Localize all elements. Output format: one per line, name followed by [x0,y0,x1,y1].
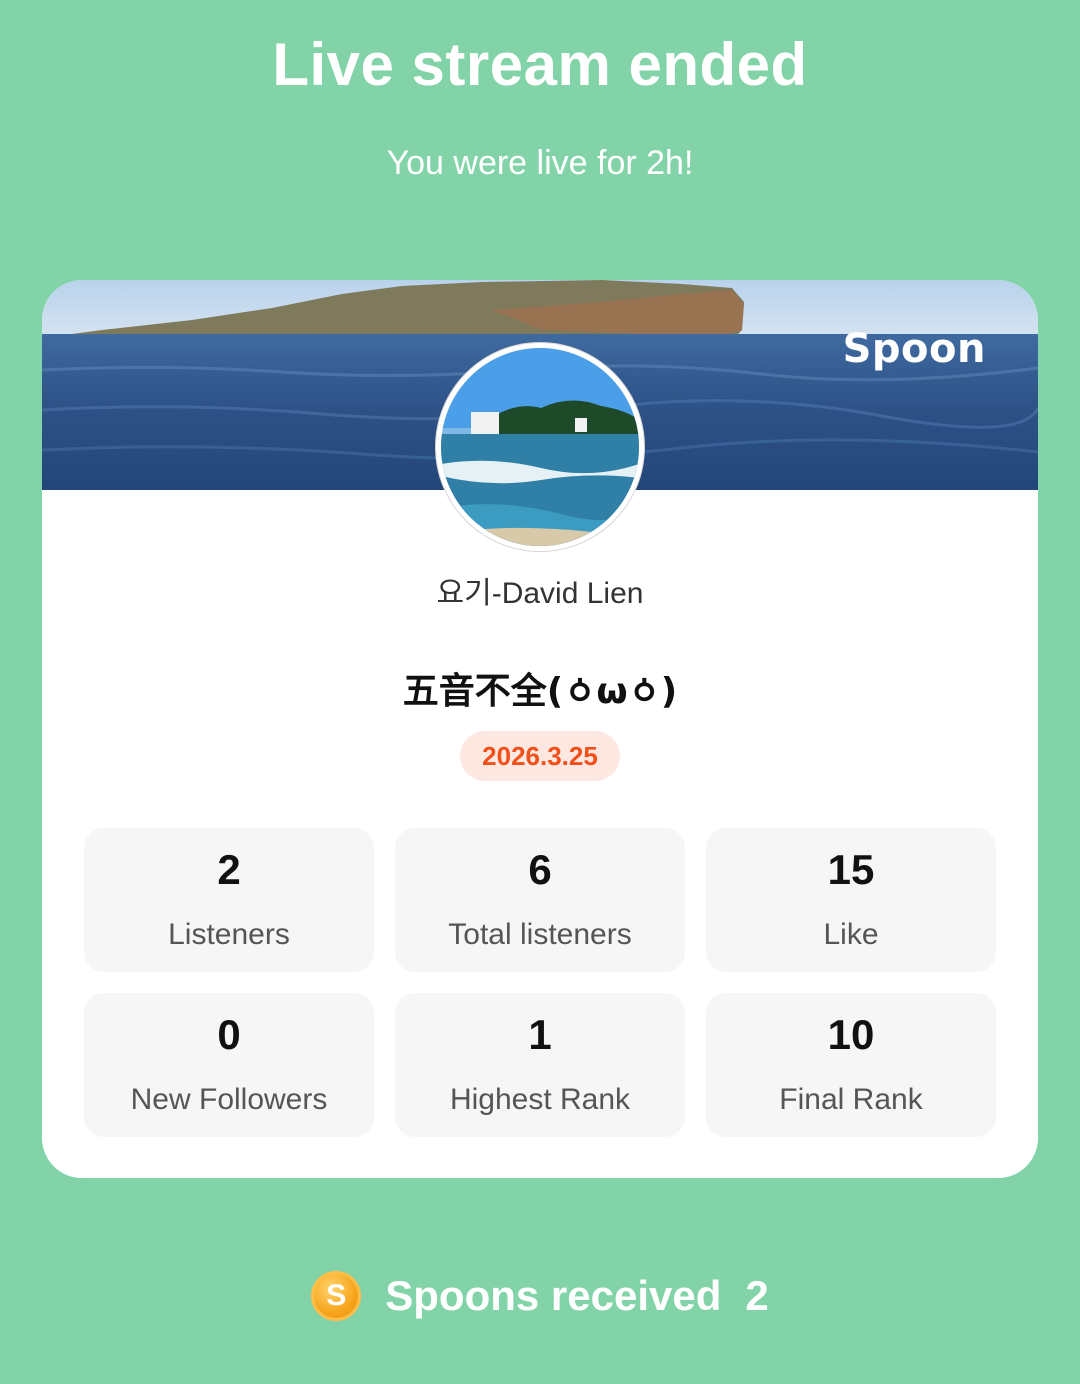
live-duration-text: You were live for 2h! [386,144,694,182]
host-username: 요기-David Lien [436,577,644,610]
spoon-coin-icon: S [311,1271,362,1321]
brand-logo: Spoon [842,326,986,372]
stats-grid: 2 Listeners 6 Total listeners 15 Like 0 … [84,828,996,1137]
avatar[interactable] [436,343,644,551]
spoons-received-count: 2 [745,1272,769,1319]
stat-value: 6 [528,846,552,893]
summary-card: Spoon 요기-David Lien 五音不全(ㆁωㆁ) 2026.3.25 … [42,280,1038,1178]
stat-label: Highest Rank [449,1083,631,1116]
stat-highest-rank: 1 Highest Rank [395,993,685,1137]
stat-value: 2 [217,846,241,893]
date-badge: 2026.3.25 [460,731,620,781]
stat-label: Final Rank [779,1083,923,1116]
stat-label: Total listeners [448,918,632,951]
stat-label: New Followers [130,1083,328,1116]
live-ended-screen: Live stream ended You were live for 2h! [0,0,1080,1384]
stat-new-followers: 0 New Followers [84,993,374,1137]
stat-label: Listeners [168,918,290,951]
spoons-received-label: Spoons received [385,1272,722,1319]
stat-value: 10 [827,1011,875,1058]
page-title: Live stream ended [272,31,808,98]
stat-value: 0 [217,1011,241,1058]
stream-title: 五音不全(ㆁωㆁ) [402,671,678,712]
stat-total-listeners: 6 Total listeners [395,828,685,972]
stat-like: 15 Like [706,828,996,972]
stat-value: 15 [827,846,875,893]
spoons-received-row: S Spoons received 2 [0,1266,1080,1326]
stat-listeners: 2 Listeners [84,828,374,972]
stat-label: Like [823,918,879,951]
stat-final-rank: 10 Final Rank [706,993,996,1137]
stat-value: 1 [528,1011,552,1058]
